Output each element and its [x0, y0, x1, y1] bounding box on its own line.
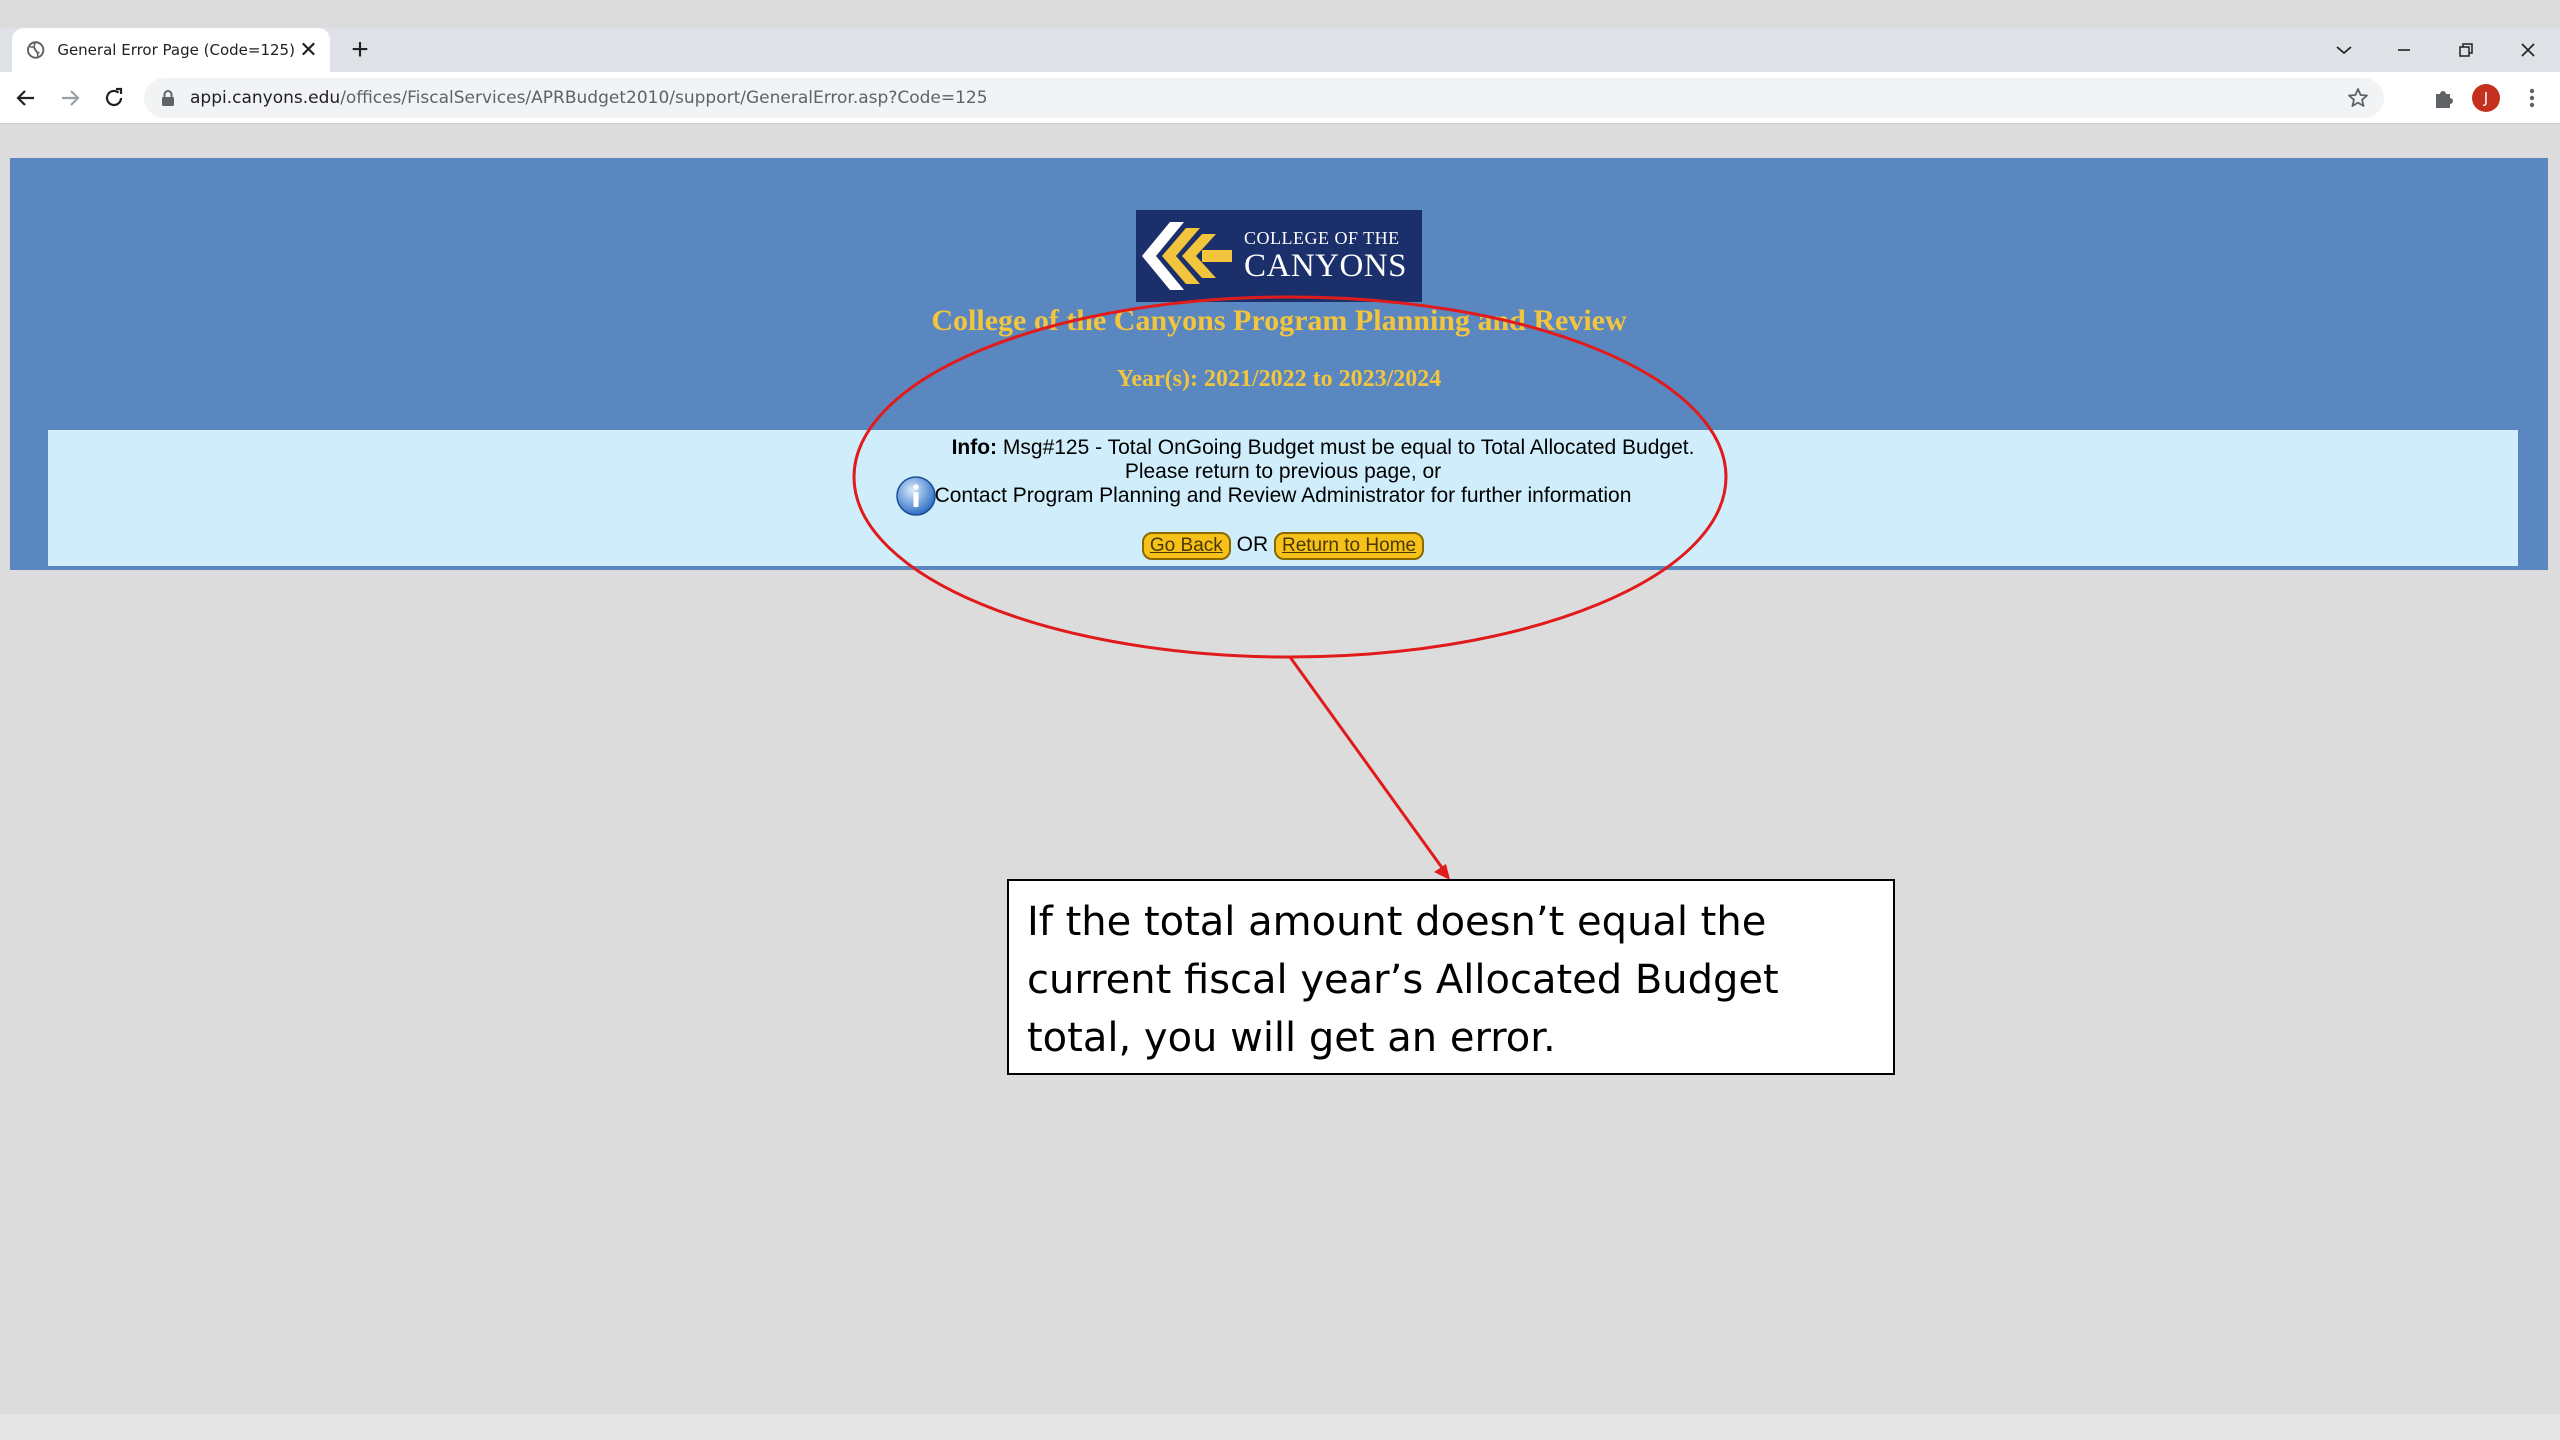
avatar[interactable]: J — [2472, 84, 2500, 112]
minimize-icon[interactable] — [2384, 32, 2424, 68]
url-path: /offices/FiscalServices/APRBudget2010/su… — [340, 88, 988, 108]
logo-text-line1: COLLEGE OF THE — [1244, 228, 1400, 248]
year-range: Year(s): 2021/2022 to 2023/2024 — [1116, 366, 1442, 392]
url-host: appi.canyons.edu — [190, 88, 341, 108]
url-text: appi.canyons.edu/offices/FiscalServices/… — [190, 88, 988, 108]
page-title: College of the Canyons Program Planning … — [931, 304, 1627, 337]
college-logo: COLLEGE OF THE CANYONS — [1136, 210, 1422, 302]
lock-icon — [162, 90, 174, 106]
star-icon[interactable] — [2346, 86, 2370, 110]
logo-mark-icon — [1142, 222, 1232, 290]
error-info-panel: Info: Msg#125 - Total OnGoing Budget mus… — [48, 430, 2518, 566]
or-separator: OR — [1236, 533, 1269, 556]
browser-tab[interactable]: General Error Page (Code=125) ✕ — [12, 28, 330, 72]
browser-toolbar: appi.canyons.edu/offices/FiscalServices/… — [0, 72, 2560, 124]
page-banner: COLLEGE OF THE CANYONS College of the Ca… — [10, 158, 2548, 570]
chevron-down-icon[interactable] — [2324, 32, 2364, 68]
info-line-3: Contact Program Planning and Review Admi… — [934, 484, 1632, 507]
logo-text-line2: CANYONS — [1244, 248, 1408, 284]
info-line-2: Please return to previous page, or — [1124, 460, 1442, 483]
puzzle-icon[interactable] — [2428, 82, 2460, 114]
return-home-button[interactable]: Return to Home — [1273, 532, 1425, 560]
back-arrow-icon[interactable] — [10, 82, 42, 114]
info-message: Msg#125 - Total OnGoing Budget must be e… — [1002, 436, 1695, 459]
plus-icon[interactable]: + — [344, 33, 376, 66]
info-label: Info: — [951, 436, 998, 459]
tab-strip: General Error Page (Code=125) ✕ + — [0, 28, 2560, 72]
callout-arrow — [1288, 656, 1450, 877]
address-bar[interactable]: appi.canyons.edu/offices/FiscalServices/… — [144, 78, 2384, 118]
error-message: Info: Msg#125 - Total OnGoing Budget mus… — [48, 436, 2518, 508]
globe-icon — [26, 41, 45, 59]
tab-title: General Error Page (Code=125) — [57, 41, 295, 59]
annotation-callout: If the total amount doesn’t equal the cu… — [1007, 879, 1895, 1075]
arrow-head — [1434, 864, 1450, 880]
restore-icon[interactable] — [2446, 32, 2486, 68]
go-back-button[interactable]: Go Back — [1141, 532, 1231, 560]
close-icon[interactable]: ✕ — [295, 36, 322, 64]
window-close-icon[interactable] — [2508, 32, 2548, 68]
forward-arrow-icon[interactable] — [54, 82, 86, 114]
footer-strip — [0, 1414, 2560, 1440]
error-actions: Go Back OR Return to Home — [48, 532, 2518, 560]
reload-icon[interactable] — [98, 82, 130, 114]
kebab-menu-icon[interactable] — [2516, 82, 2548, 114]
